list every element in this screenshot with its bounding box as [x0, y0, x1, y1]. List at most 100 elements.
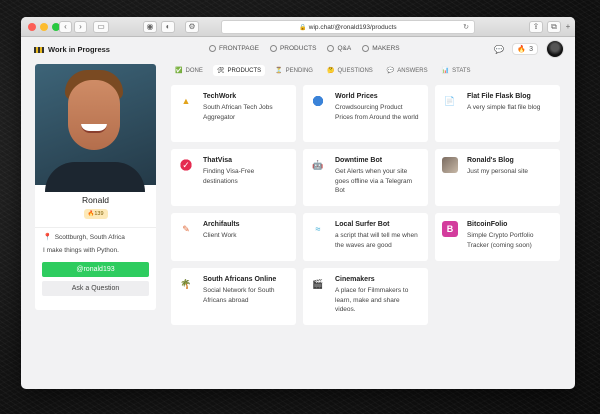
nav-label: Q&A	[337, 45, 352, 52]
fire-icon: 🔥	[87, 211, 95, 217]
product-card[interactable]: 🤖 Downtime Bot Get Alerts when your site …	[303, 149, 428, 206]
site-header: Work in Progress FRONTPAGE PRODUCTS Q&A …	[21, 37, 575, 61]
product-title: Flat File Flask Blog	[467, 93, 531, 100]
tab-done[interactable]: ✅ DONE	[171, 65, 207, 76]
tab-label: ANSWERS	[397, 67, 428, 74]
nav-qa[interactable]: Q&A	[327, 45, 351, 52]
map-pin-icon: 📍	[43, 234, 52, 241]
profile-card: Ronald 🔥 139 📍 Scottburgh, South Africa I…	[35, 64, 156, 310]
twitter-handle-button[interactable]: @ronald193	[42, 262, 149, 277]
product-desc: South African Tech Jobs Aggregator	[203, 104, 273, 121]
tab-pending[interactable]: ⏳ PENDING	[271, 65, 317, 76]
product-card[interactable]: Ronald's Blog Just my personal site	[435, 149, 560, 206]
product-card[interactable]: ▲ TechWork South African Tech Jobs Aggreg…	[171, 85, 296, 142]
sidebar-toggle-button[interactable]: ▭	[93, 21, 109, 33]
product-card[interactable]: ✎ Archifaults Client Work	[171, 213, 296, 261]
bitcoinfolio-logo-icon: B	[442, 221, 458, 237]
document-icon: 📄	[444, 95, 456, 106]
hourglass-icon: ⏳	[275, 68, 283, 74]
minimize-window-button[interactable]	[40, 23, 48, 31]
main-nav: FRONTPAGE PRODUCTS Q&A MAKERS	[209, 45, 400, 52]
divider	[35, 227, 156, 228]
profile-bio: I make things with Python.	[43, 247, 119, 254]
product-card[interactable]: 📄 Flat File Flask Blog A very simple flat…	[435, 85, 560, 142]
chat-bubble-icon	[327, 45, 335, 52]
user-avatar[interactable]	[546, 40, 564, 58]
messages-icon[interactable]: 💬	[494, 45, 504, 54]
profile-location: 📍 Scottburgh, South Africa	[35, 233, 156, 242]
reload-icon[interactable]: ↻	[463, 23, 469, 31]
product-desc: Simple Crypto Portfolio Tracker (coming …	[467, 232, 534, 249]
product-card[interactable]: World Prices Crowdsourcing Product Prices…	[303, 85, 428, 142]
streak-badge[interactable]: 🔥 3	[512, 43, 538, 55]
compass-icon	[209, 45, 216, 52]
tab-answers[interactable]: 💬 ANSWERS	[383, 65, 432, 76]
product-title: BitcoinFolio	[467, 221, 508, 228]
product-desc: Just my personal site	[467, 168, 529, 176]
profile-photo	[35, 64, 156, 192]
check-icon: ✅	[175, 68, 183, 74]
share-icon: ⇪	[532, 22, 540, 31]
profile-tabs: ✅ DONE 🛠 PRODUCTS ⏳ PENDING 🤔 QUESTIONS 💬 ANS…	[171, 65, 475, 76]
header-actions: 💬 🔥 3	[494, 40, 564, 58]
product-desc: A place for Filmmakers to learn, make an…	[335, 287, 409, 314]
extension-button[interactable]: ⚙	[185, 21, 199, 33]
tab-label: PENDING	[285, 67, 313, 74]
tools-icon: 🛠	[216, 68, 225, 74]
product-desc: Finding Visa-Free destinations	[203, 168, 255, 185]
address-bar[interactable]: 🔒 wip.chat/@ronald193/products ↻	[221, 20, 475, 34]
product-title: Local Surfer Bot	[335, 221, 390, 228]
ask-question-button[interactable]: Ask a Question	[42, 281, 149, 296]
back-button[interactable]: ‹	[59, 21, 72, 33]
forward-button[interactable]: ›	[74, 21, 87, 33]
tab-questions[interactable]: 🤔 QUESTIONS	[323, 65, 377, 76]
toggle-button[interactable]: ◐	[161, 21, 175, 33]
tab-products[interactable]: 🛠 PRODUCTS	[212, 65, 266, 76]
wave-icon: ≈	[315, 224, 321, 234]
product-desc: Get Alerts when your site goes offline v…	[335, 168, 413, 195]
tabs-overview-button[interactable]: ⧉	[547, 21, 561, 33]
product-title: Cinemakers	[335, 276, 375, 283]
window-controls	[28, 23, 60, 31]
chevron-left-icon: ‹	[64, 22, 67, 31]
product-title: South Africans Online	[203, 276, 277, 283]
product-desc: A very simple flat file blog	[467, 104, 541, 112]
tab-stats[interactable]: 📊 STATS	[438, 65, 475, 76]
new-tab-button[interactable]: +	[563, 21, 573, 33]
palm-tree-icon: 🌴	[180, 278, 192, 289]
close-window-button[interactable]	[28, 23, 36, 31]
nav-products[interactable]: PRODUCTS	[269, 45, 316, 52]
fire-icon: 🔥	[517, 46, 527, 53]
people-icon	[362, 45, 370, 52]
chart-icon: 📊	[441, 68, 450, 74]
product-title: TechWork	[203, 93, 237, 100]
product-title: World Prices	[335, 93, 378, 100]
nav-makers[interactable]: MAKERS	[362, 45, 400, 52]
product-desc: a script that will tell me when the wave…	[335, 232, 418, 249]
robot-icon: 🤖	[312, 159, 324, 170]
product-card[interactable]: B BitcoinFolio Simple Crypto Portfolio Tr…	[435, 213, 560, 261]
product-card[interactable]: ≈ Local Surfer Bot a script that will tel…	[303, 213, 428, 261]
product-card[interactable]: ✓ ThatVisa Finding Visa-Free destinations	[171, 149, 296, 206]
site-logo[interactable]: Work in Progress	[34, 45, 110, 54]
points-count: 139	[94, 211, 104, 217]
product-title: Ronald's Blog	[467, 157, 514, 164]
sidebar-icon: ▭	[97, 22, 105, 31]
share-button[interactable]: ⇪	[529, 21, 543, 33]
shield-button[interactable]: ◉	[143, 21, 157, 33]
blog-thumbnail-icon	[442, 157, 458, 173]
clapperboard-icon: 🎬	[312, 278, 324, 289]
points-badge: 🔥 139	[83, 209, 108, 219]
location-text: Scottburgh, South Africa	[54, 233, 125, 241]
product-card[interactable]: 🌴 South Africans Online Social Network fo…	[171, 268, 296, 325]
pencil-icon: ✎	[182, 223, 190, 234]
tab-label: PRODUCTS	[227, 67, 262, 74]
nav-label: MAKERS	[372, 45, 400, 52]
product-card[interactable]: 🎬 Cinemakers A place for Filmmakers to le…	[303, 268, 428, 325]
lock-icon: 🔒	[299, 24, 307, 31]
tab-label: STATS	[452, 67, 471, 74]
nav-frontpage[interactable]: FRONTPAGE	[209, 45, 259, 52]
wip-logo-icon	[34, 46, 44, 53]
browser-toolbar: ‹ › ▭ ◉ ◐ ⚙ 🔒 wip.chat/@ronald193/produc…	[21, 17, 575, 37]
site-brand: Work in Progress	[48, 45, 110, 54]
